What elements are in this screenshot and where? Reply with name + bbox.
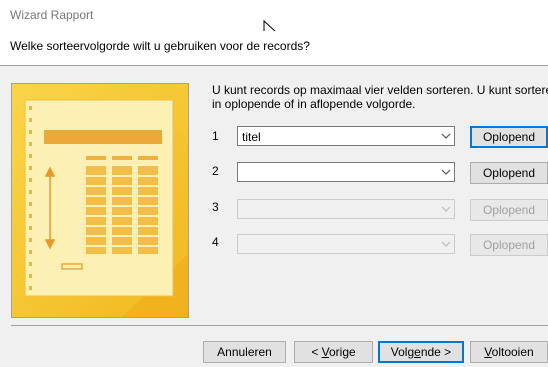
back-button-label: orige <box>329 345 356 359</box>
sort-row-1-number: 1 <box>212 129 219 143</box>
sort-order-2-button[interactable]: Oplopend <box>470 162 548 184</box>
sort-instructions: U kunt records op maximaal vier velden s… <box>212 83 548 111</box>
chevron-down-icon[interactable] <box>437 127 454 145</box>
footer-divider <box>11 325 548 326</box>
instructions-line-1: U kunt records op maximaal vier velden s… <box>212 83 548 97</box>
cancel-button[interactable]: Annuleren <box>203 341 286 363</box>
finish-button-label: oltooien <box>491 345 534 359</box>
wizard-question: Welke sorteervolgorde wilt u gebruiken v… <box>10 39 310 53</box>
sort-field-1-combobox[interactable]: titel <box>237 126 455 146</box>
sort-field-1-value: titel <box>242 130 261 144</box>
sort-field-3-combobox[interactable] <box>237 199 455 219</box>
chevron-down-icon[interactable] <box>437 235 454 253</box>
next-button-label: nde > <box>420 345 452 359</box>
finish-button[interactable]: Voltooien <box>470 341 548 363</box>
next-button[interactable]: Volgende > <box>378 341 464 363</box>
instructions-line-2: in oplopende of in aflopende volgorde. <box>212 97 416 111</box>
back-button[interactable]: < Vorige <box>294 341 373 363</box>
sort-row-4-number: 4 <box>212 235 219 249</box>
back-button-accesskey: V <box>321 345 329 359</box>
header-divider <box>0 65 548 66</box>
sort-order-1-button[interactable]: Oplopend <box>470 126 548 148</box>
sort-order-3-button[interactable]: Oplopend <box>470 199 548 221</box>
sort-row-3-number: 3 <box>212 200 219 214</box>
chevron-down-icon[interactable] <box>437 200 454 218</box>
window-title: Wizard Rapport <box>10 8 94 22</box>
next-button-accesskey: e <box>414 345 421 359</box>
chevron-down-icon[interactable] <box>437 163 454 181</box>
finish-button-accesskey: V <box>484 345 492 359</box>
sort-field-2-combobox[interactable] <box>237 162 455 182</box>
report-illustration <box>11 83 189 318</box>
back-button-prefix: < <box>311 345 322 359</box>
sort-order-4-button[interactable]: Oplopend <box>470 234 548 256</box>
next-button-prefix: Volg <box>390 345 415 359</box>
sort-field-4-combobox[interactable] <box>237 234 455 254</box>
sort-row-2-number: 2 <box>212 164 219 178</box>
report-preview-image <box>12 84 188 317</box>
wizard-header: Welke sorteervolgorde wilt u gebruiken v… <box>0 31 548 65</box>
